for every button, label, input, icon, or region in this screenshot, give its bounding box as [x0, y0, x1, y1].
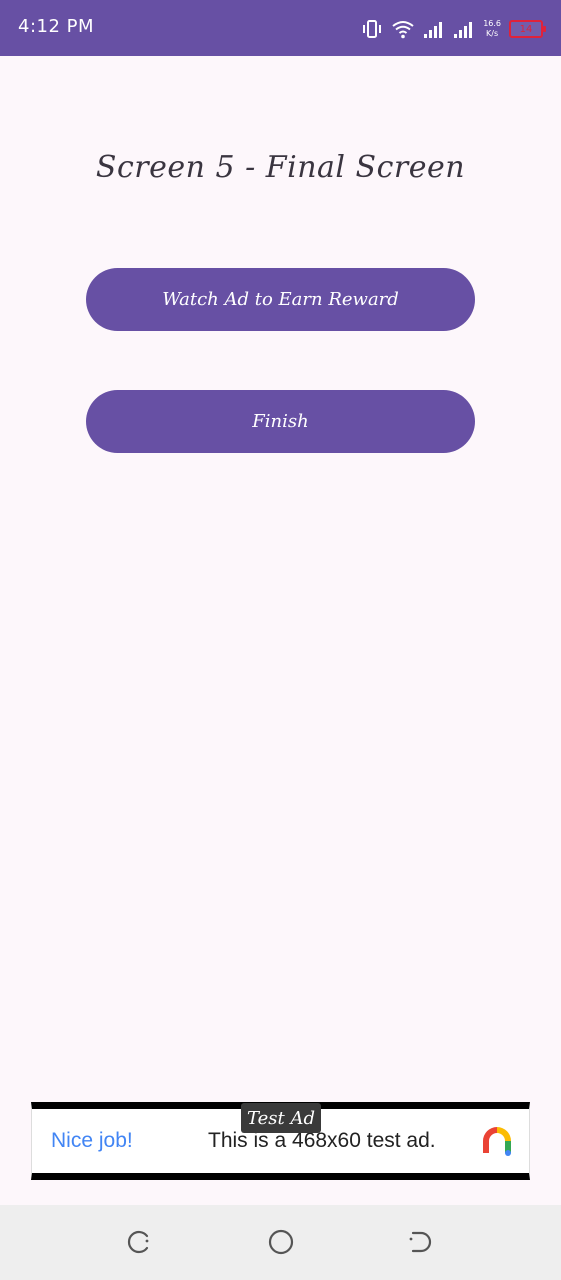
status-icons: 16.6 K/s 14 [361, 14, 546, 44]
battery-icon: 14 [509, 20, 546, 38]
admob-logo-icon[interactable] [479, 1123, 515, 1159]
network-speed: 16.6 K/s [483, 19, 501, 39]
vibrate-icon [363, 20, 382, 38]
page-title: Screen 5 - Final Screen [95, 150, 466, 185]
navigation-bar [0, 1205, 561, 1280]
home-icon[interactable] [266, 1227, 296, 1257]
status-bar: 4:12 PM 16.6 K/s 14 [0, 0, 561, 56]
network-speed-unit: K/s [486, 29, 499, 38]
watch-ad-button[interactable]: Watch Ad to Earn Reward [86, 268, 475, 331]
back-icon[interactable] [405, 1227, 435, 1257]
test-ad-badge: Test Ad [241, 1103, 321, 1133]
signal-icon [424, 22, 443, 38]
status-time: 4:12 PM [18, 16, 95, 37]
battery-level: 14 [519, 23, 533, 35]
network-speed-value: 16.6 [483, 19, 501, 28]
finish-button[interactable]: Finish [86, 390, 475, 453]
recent-apps-icon[interactable] [125, 1227, 155, 1257]
wifi-icon [392, 21, 414, 39]
signal-icon-2 [454, 22, 473, 38]
ad-headline[interactable]: Nice job! [51, 1129, 133, 1153]
